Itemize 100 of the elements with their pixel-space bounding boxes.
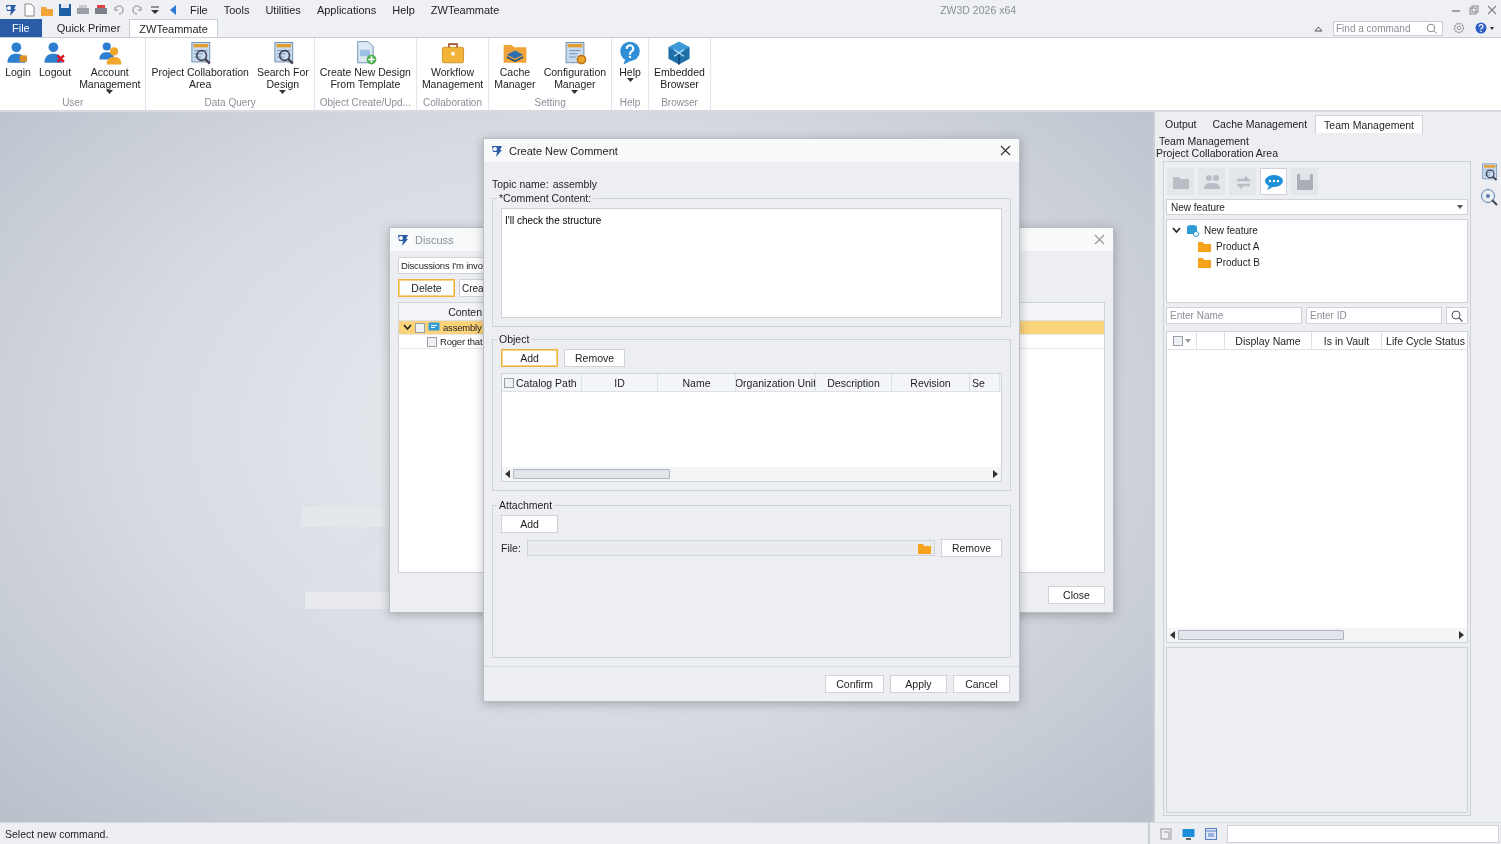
window-icon[interactable] [1205, 827, 1217, 840]
ribbon-button[interactable]: Account Management [76, 38, 144, 97]
file-field[interactable] [526, 540, 935, 556]
close-button[interactable] [998, 143, 1013, 158]
window-title: ZW3D 2026 x64 [940, 4, 1017, 16]
ribbon-button[interactable]: Search For Design [253, 38, 312, 97]
file-label: File: [501, 542, 521, 554]
dialog-button[interactable]: Apply [890, 675, 947, 693]
panel-tab[interactable]: Team Management [1315, 115, 1423, 133]
ribbon-button[interactable]: Help [614, 38, 647, 97]
menu-item[interactable]: Applications [310, 4, 383, 16]
name-field[interactable]: Enter Name [1166, 307, 1302, 324]
ribbon-tab[interactable]: File [0, 19, 42, 37]
panel-tab[interactable]: Output [1157, 115, 1205, 133]
caret-icon [571, 90, 579, 94]
collapse-icon[interactable] [1314, 24, 1323, 32]
help-icon[interactable] [1475, 22, 1495, 34]
menu-item[interactable]: ZWTeammate [424, 4, 506, 16]
ribbon-tab[interactable]: Quick Primer [47, 19, 130, 37]
command-search-field[interactable]: Find a command [1333, 20, 1443, 36]
horizontal-scrollbar[interactable] [1167, 628, 1467, 642]
column-header[interactable]: Se [970, 374, 1000, 391]
tree-item-label[interactable]: New feature [1204, 225, 1258, 236]
close-icon[interactable] [1487, 5, 1497, 15]
scroll-right-icon[interactable] [1459, 631, 1464, 639]
restore-icon[interactable] [1469, 5, 1479, 15]
menu-item[interactable]: File [184, 4, 214, 16]
new-file-icon[interactable] [22, 3, 36, 17]
tree-item-label[interactable]: Product A [1216, 241, 1260, 252]
column-header[interactable]: Is in Vault [1312, 332, 1382, 349]
group-label: *Comment Content: [498, 192, 593, 204]
menu-item[interactable]: Help [386, 4, 421, 16]
column-header[interactable]: ID [582, 374, 658, 391]
settings-icon[interactable] [1453, 22, 1465, 34]
column-header[interactable]: Display Name [1225, 332, 1312, 349]
panel-tab[interactable]: Cache Management [1204, 115, 1316, 133]
ribbon-button[interactable]: Workflow Management [418, 38, 487, 97]
caret-icon [1184, 338, 1191, 343]
column-header[interactable]: Name [658, 374, 736, 391]
cube-icon [666, 40, 693, 66]
object-button[interactable]: Add [501, 349, 558, 367]
dialog-logo-icon [490, 143, 504, 158]
tree-item-label: Roger that [440, 336, 483, 347]
toolbar-button[interactable] [1291, 168, 1318, 195]
object-button[interactable]: Remove [564, 349, 626, 367]
status-message: Select new command. [4, 827, 110, 840]
column-header[interactable]: Life Cycle Status [1382, 332, 1470, 349]
disc-search-icon[interactable] [1480, 188, 1498, 206]
column-header[interactable]: Revision [892, 374, 970, 391]
horizontal-scrollbar[interactable] [502, 467, 1001, 481]
comment-input[interactable]: I'll check the structure [501, 208, 1002, 318]
column-header[interactable]: Description [816, 374, 892, 391]
dialog-button[interactable]: Cancel [953, 675, 1010, 693]
scroll-right-icon[interactable] [993, 470, 998, 478]
folder-icon [917, 542, 931, 554]
column-header[interactable]: Catalog Path [502, 374, 582, 391]
ribbon-button[interactable]: Cache Manager [491, 38, 539, 97]
chevron-down-icon[interactable] [1172, 226, 1181, 235]
close-icon [1094, 234, 1105, 245]
id-field[interactable]: Enter ID [1306, 307, 1442, 324]
menu-item[interactable]: Tools [217, 4, 256, 16]
document-search-icon[interactable] [1479, 162, 1499, 182]
group-label: Data Query [203, 97, 257, 110]
dialog-button[interactable]: Confirm [825, 675, 884, 693]
ribbon-button[interactable]: Project Collaboration Area [148, 38, 252, 97]
caret-icon [106, 90, 114, 94]
project-dropdown[interactable]: New feature [1166, 199, 1468, 215]
ribbon-button[interactable]: Logout [36, 38, 75, 97]
dialog-button[interactable]: Delete [398, 279, 455, 297]
add-button[interactable]: Add [501, 515, 558, 533]
undo-icon[interactable] [112, 3, 126, 17]
dialog-title: Create New Comment [509, 144, 618, 157]
caret-icon [1457, 205, 1463, 209]
ribbon-button[interactable]: Login [2, 38, 34, 97]
remove-button[interactable]: Remove [940, 539, 1002, 557]
tree-item-label[interactable]: Product B [1216, 257, 1260, 268]
save-icon[interactable] [58, 3, 72, 17]
print-preview-icon[interactable] [94, 3, 108, 17]
checkbox-icon [1172, 335, 1183, 346]
command-input[interactable] [1227, 824, 1499, 843]
topic-value: assembly [552, 178, 597, 190]
caret-icon [626, 78, 634, 82]
ribbon-tab[interactable]: ZWTeammate [129, 19, 218, 37]
filter-dropdown[interactable]: Discussions I'm invo [398, 257, 484, 274]
scroll-left-icon[interactable] [505, 470, 510, 478]
toolbar-button[interactable] [1260, 168, 1287, 195]
chevron-down-icon[interactable] [403, 323, 412, 332]
folder-icon [1198, 257, 1211, 268]
ribbon-button[interactable]: Configuration Manager [540, 38, 610, 97]
dropdown-icon[interactable] [148, 3, 162, 17]
monitor-icon[interactable] [1182, 827, 1195, 840]
print-icon[interactable] [76, 3, 90, 17]
scroll-left-icon[interactable] [1170, 631, 1175, 639]
menu-item[interactable]: Utilities [259, 4, 307, 16]
search-button[interactable] [1446, 307, 1468, 324]
frame-icon[interactable] [1160, 827, 1172, 840]
ribbon-button[interactable]: Create New Design From Template [316, 38, 414, 97]
close-button[interactable]: Close [1048, 586, 1105, 604]
group-label: Object [498, 333, 531, 345]
ribbon-button[interactable]: Embedded Browser [651, 38, 708, 97]
